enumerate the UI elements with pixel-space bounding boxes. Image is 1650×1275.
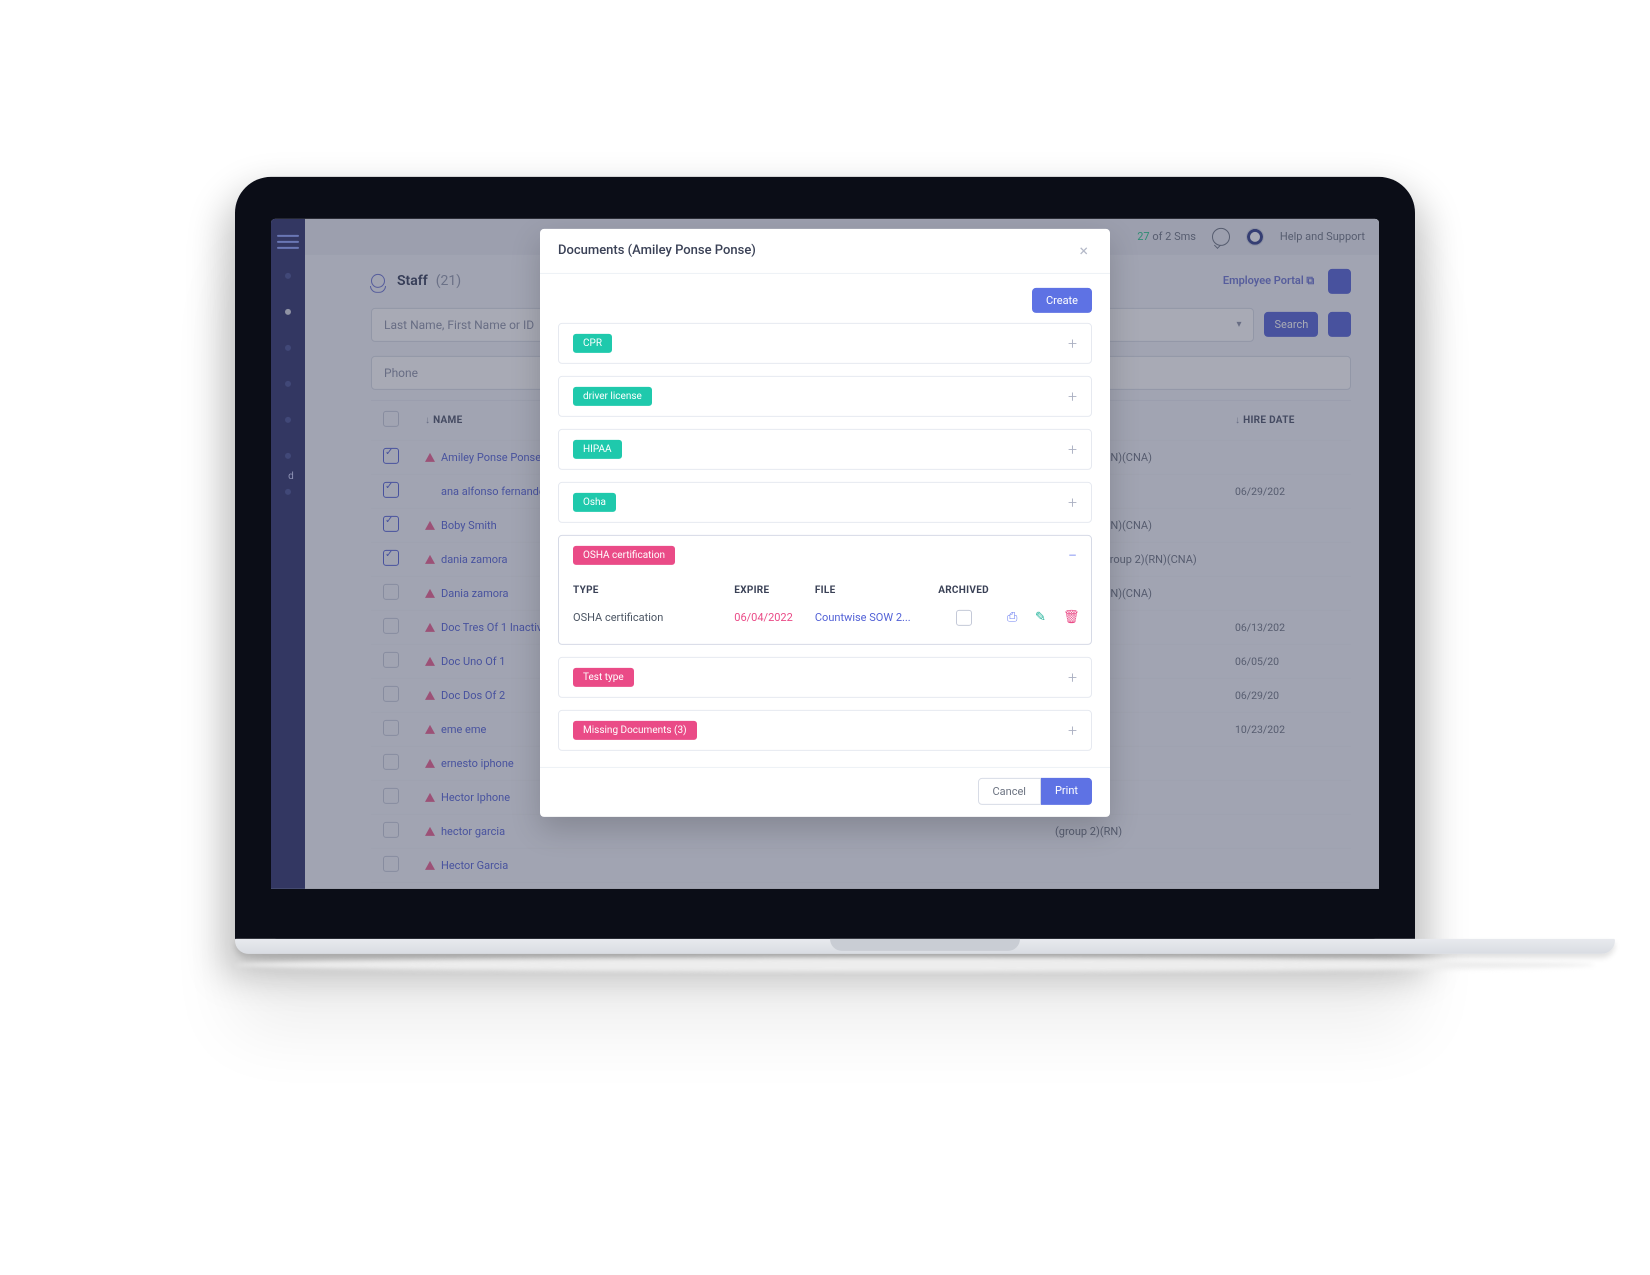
document-section[interactable]: Test type + (558, 656, 1092, 697)
section-badge: Osha (573, 492, 616, 511)
expand-icon[interactable]: + (1068, 492, 1077, 511)
expand-icon[interactable]: + (1068, 667, 1077, 686)
col-expire: EXPIRE (734, 584, 815, 595)
archived-checkbox[interactable] (956, 609, 972, 625)
document-sections: CPR + driver license + HIPAA + Osha + OSHA certi… (558, 322, 1092, 750)
print-icon[interactable]: ⎙ (1007, 610, 1021, 624)
edit-icon[interactable]: ✎ (1035, 610, 1049, 624)
section-header[interactable]: Test type + (573, 667, 1077, 686)
modal-footer: Cancel Print (540, 766, 1110, 816)
delete-icon[interactable]: 🗑 (1063, 610, 1077, 624)
expand-icon[interactable]: + (1068, 720, 1077, 739)
section-table-row: OSHA certification06/04/2022Countwise SO… (573, 601, 1077, 633)
expand-icon[interactable]: + (1068, 386, 1077, 405)
screen: d 27 of 2 Sms Help and Support (271, 218, 1379, 888)
collapse-icon[interactable]: − (1068, 545, 1077, 564)
section-header[interactable]: CPR + (573, 333, 1077, 352)
col-archived: ARCHIVED (926, 584, 1002, 595)
section-table-header: TYPEEXPIREFILEARCHIVED (573, 578, 1077, 601)
section-badge: CPR (573, 333, 612, 352)
modal-title: Documents (Amiley Ponse Ponse) (558, 243, 756, 258)
section-header[interactable]: HIPAA + (573, 439, 1077, 458)
section-table: TYPEEXPIREFILEARCHIVEDOSHA certification… (573, 578, 1077, 633)
col-type: TYPE (573, 584, 734, 595)
section-badge: HIPAA (573, 439, 622, 458)
laptop-shadow (235, 957, 1595, 971)
col-file: FILE (815, 584, 926, 595)
expand-icon[interactable]: + (1068, 439, 1077, 458)
document-section[interactable]: HIPAA + (558, 428, 1092, 469)
create-button[interactable]: Create (1032, 287, 1092, 312)
close-icon[interactable]: × (1075, 240, 1092, 260)
cell-actions: ⎙ ✎ 🗑 (1001, 610, 1077, 624)
print-button[interactable]: Print (1041, 777, 1092, 804)
section-header[interactable]: Osha + (573, 492, 1077, 511)
section-header[interactable]: driver license + (573, 386, 1077, 405)
cell-type: OSHA certification (573, 611, 734, 624)
section-header[interactable]: OSHA certification − (573, 545, 1077, 564)
document-section[interactable]: CPR + (558, 322, 1092, 363)
modal-body: Create CPR + driver license + HIPAA + Osha + OSH… (540, 273, 1110, 766)
section-badge: Test type (573, 667, 634, 686)
section-badge: driver license (573, 386, 652, 405)
laptop-chin (271, 888, 1379, 938)
document-section[interactable]: OSHA certification − TYPEEXPIREFILEARCHIVE… (558, 534, 1092, 644)
section-badge: OSHA certification (573, 545, 675, 564)
section-header[interactable]: Missing Documents (3) + (573, 720, 1077, 739)
document-section[interactable]: driver license + (558, 375, 1092, 416)
section-badge: Missing Documents (3) (573, 720, 697, 739)
document-section[interactable]: Missing Documents (3) + (558, 709, 1092, 750)
expand-icon[interactable]: + (1068, 333, 1077, 352)
trackpad-notch (830, 938, 1020, 950)
cell-archived (926, 609, 1002, 625)
documents-modal: Documents (Amiley Ponse Ponse) × Create … (540, 228, 1110, 816)
cell-file-link[interactable]: Countwise SOW 2... (815, 611, 926, 624)
cancel-button[interactable]: Cancel (978, 777, 1041, 804)
laptop-mockup: d 27 of 2 Sms Help and Support (235, 176, 1415, 971)
laptop-bezel: d 27 of 2 Sms Help and Support (235, 176, 1415, 938)
laptop-base (235, 938, 1615, 953)
modal-actions: Create (558, 287, 1092, 312)
modal-header: Documents (Amiley Ponse Ponse) × (540, 228, 1110, 273)
cell-expire: 06/04/2022 (734, 611, 815, 624)
document-section[interactable]: Osha + (558, 481, 1092, 522)
